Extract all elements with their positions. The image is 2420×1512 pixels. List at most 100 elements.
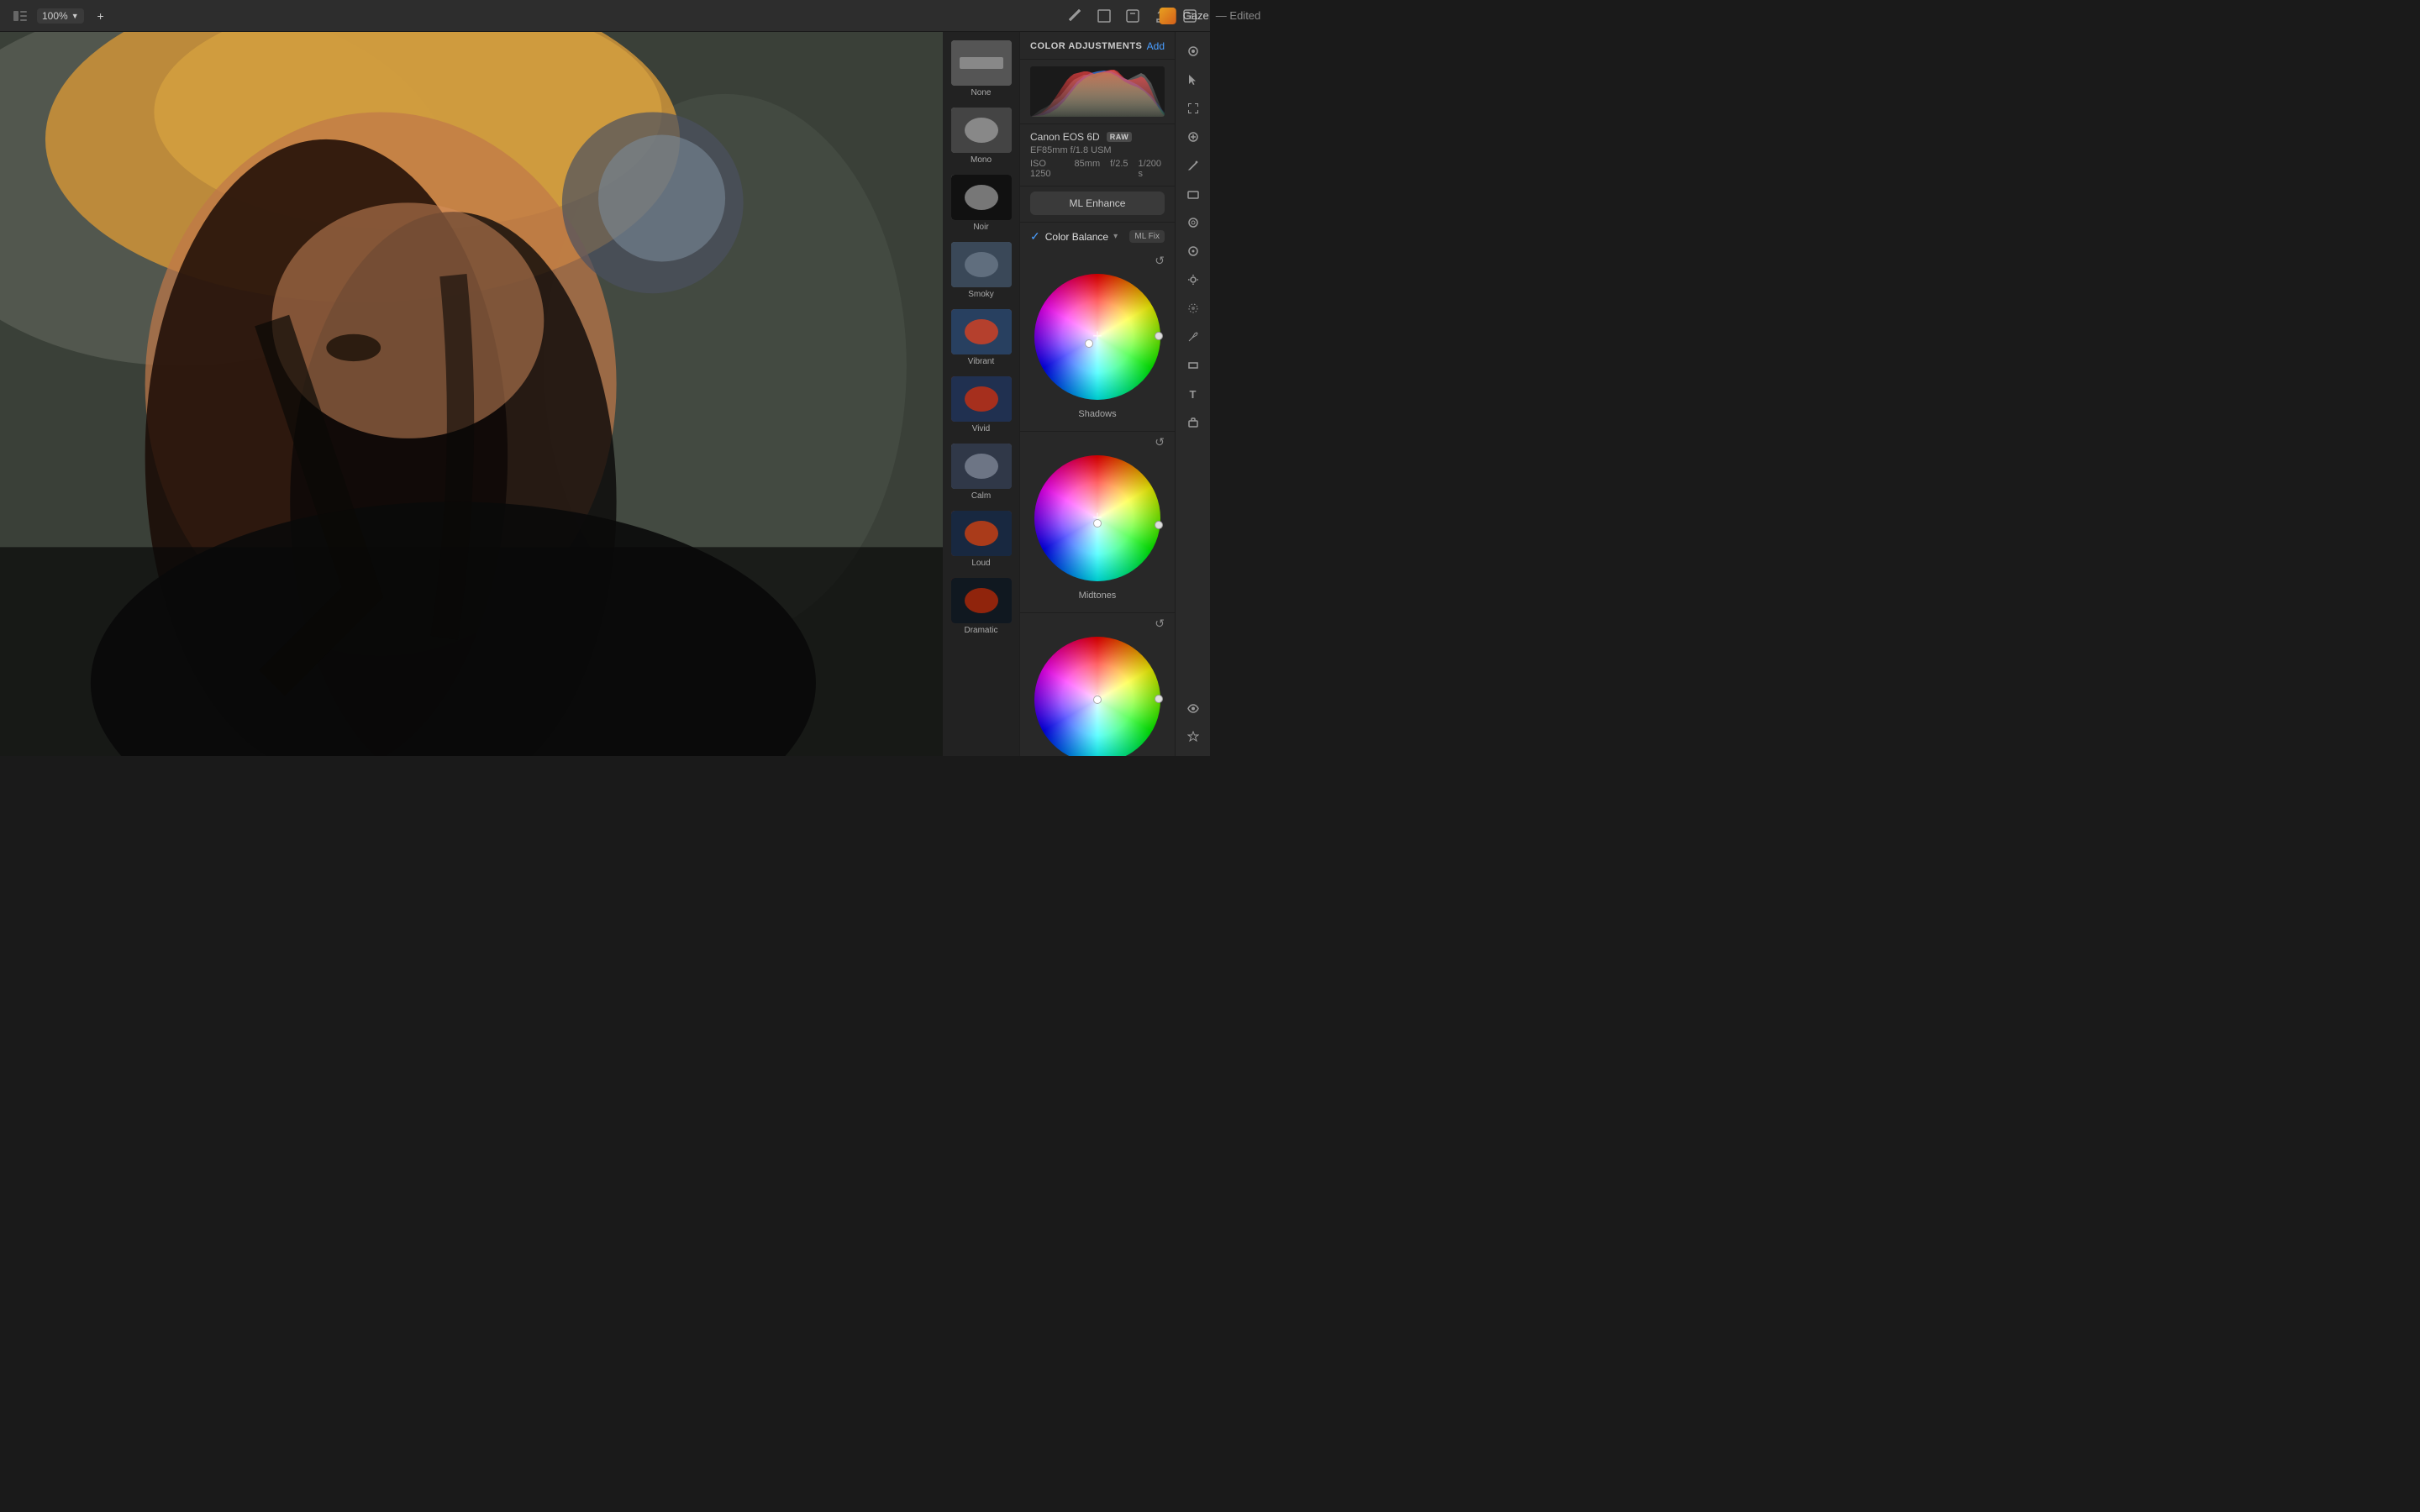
adjustments-panel: COLOR ADJUSTMENTS Add (1020, 32, 1175, 756)
zoom-control[interactable]: 100% ▼ (37, 8, 84, 24)
preset-thumb-noir (951, 175, 1012, 220)
preset-vivid[interactable]: Vivid (943, 371, 1019, 438)
section-title-row: ✓ Color Balance ▾ (1030, 229, 1118, 244)
vignette-tool-button[interactable] (1181, 239, 1206, 264)
preset-label-smoky: Smoky (968, 290, 994, 299)
preset-mono[interactable]: Mono (943, 102, 1019, 170)
sidebar-toggle-icon[interactable] (10, 6, 30, 26)
highlights-luminance-handle[interactable] (1155, 695, 1163, 703)
histogram-svg (1030, 66, 1165, 117)
spray-tool-button[interactable] (1181, 296, 1206, 321)
ml-enhance-button[interactable]: ML Enhance (1030, 192, 1165, 215)
preset-thumb-vivid (951, 376, 1012, 422)
exif-shutter: 1/200 s (1139, 159, 1165, 179)
app-icon (1160, 8, 1176, 24)
type-tool-label: T (1190, 388, 1197, 401)
preset-calm[interactable]: Calm (943, 438, 1019, 506)
preset-thumb-smoky (951, 242, 1012, 287)
annotate-icon[interactable] (1065, 6, 1086, 26)
midtones-wheel-dark (1034, 455, 1160, 581)
highlights-wheel-handle[interactable] (1093, 696, 1102, 704)
heal-tool-button[interactable] (1181, 124, 1206, 150)
midtones-label: Midtones (1079, 591, 1117, 601)
exif-aperture: f/2.5 (1110, 159, 1128, 179)
preset-vibrant[interactable]: Vibrant (943, 304, 1019, 371)
midtones-wheel-container: + Midtones (1020, 451, 1175, 601)
eye-tool-button[interactable] (1181, 696, 1206, 721)
right-panel: None Mono Noir Smoky (943, 32, 1210, 756)
preset-loud[interactable]: Loud (943, 506, 1019, 573)
section-actions: ML Fix (1129, 230, 1165, 243)
color-balance-check[interactable]: ✓ (1030, 229, 1040, 244)
selection-tool-button[interactable] (1181, 96, 1206, 121)
preset-label-vivid: Vivid (972, 424, 991, 433)
shadows-wheel-container: + Shadows (1020, 270, 1175, 419)
app-title: Gaze (1183, 9, 1209, 22)
camera-info: Canon EOS 6D RAW EF85mm f/1.8 USM ISO 12… (1020, 124, 1175, 186)
shadows-luminance-handle[interactable] (1155, 332, 1163, 340)
camera-model: Canon EOS 6D (1030, 131, 1100, 143)
rect-tool-button[interactable] (1181, 353, 1206, 378)
exif-row: ISO 1250 85mm f/2.5 1/200 s (1030, 159, 1165, 179)
star-tool-button[interactable] (1181, 724, 1206, 749)
lens-name: EF85mm f/1.8 USM (1030, 145, 1165, 155)
shape-tool-button[interactable] (1181, 410, 1206, 435)
exif-focal: 85mm (1075, 159, 1101, 179)
preset-thumb-mono (951, 108, 1012, 153)
color-balance-chevron[interactable]: ▾ (1113, 232, 1118, 241)
zoom-plus-button[interactable]: + (91, 6, 111, 26)
highlights-wheel-section: ↺ + Highlights (1020, 613, 1175, 756)
midtones-luminance-handle[interactable] (1155, 521, 1163, 529)
sun-tool-button[interactable] (1181, 267, 1206, 292)
ml-fix-badge[interactable]: ML Fix (1129, 230, 1165, 243)
photo-area (0, 32, 943, 756)
add-adjustment-button[interactable]: Add (1147, 40, 1165, 52)
preset-noir[interactable]: Noir (943, 170, 1019, 237)
shadows-label: Shadows (1078, 409, 1116, 419)
export-icon[interactable] (1123, 6, 1143, 26)
shadows-reset-icon[interactable]: ↺ (1155, 254, 1165, 268)
crop-icon[interactable] (1094, 6, 1114, 26)
preset-none[interactable]: None (943, 35, 1019, 102)
panel-header: COLOR ADJUSTMENTS Add (1020, 32, 1175, 60)
midtones-reset-icon[interactable]: ↺ (1155, 435, 1165, 449)
cursor-tool-button[interactable] (1181, 67, 1206, 92)
brush-tool-button[interactable] (1181, 153, 1206, 178)
exif-iso: ISO 1250 (1030, 159, 1065, 179)
preset-label-vibrant: Vibrant (968, 357, 995, 366)
shadows-wheel-handle[interactable] (1085, 339, 1093, 348)
retouch-tool-button[interactable] (1181, 210, 1206, 235)
panel-title: COLOR ADJUSTMENTS (1030, 41, 1142, 51)
ml-enhance-row: ML Enhance (1020, 186, 1175, 223)
section-header: ✓ Color Balance ▾ ML Fix (1030, 229, 1165, 244)
color-adj-panel: Canon EOS 6D RAW EF85mm f/1.8 USM ISO 12… (1020, 60, 1175, 756)
eyedropper-tool-button[interactable] (1181, 39, 1206, 64)
tool-sidebar: T (1175, 32, 1210, 756)
shadows-wheel[interactable]: + (1030, 270, 1165, 404)
photo-display (0, 32, 943, 756)
histogram-area (1020, 60, 1175, 124)
preset-dramatic[interactable]: Dramatic (943, 573, 1019, 640)
eraser-tool-button[interactable] (1181, 181, 1206, 207)
camera-model-row: Canon EOS 6D RAW (1030, 131, 1165, 143)
type-tool-button[interactable]: T (1181, 381, 1206, 407)
zoom-level: 100% (42, 10, 68, 22)
color-balance-header: ✓ Color Balance ▾ ML Fix (1020, 223, 1175, 254)
preset-thumb-calm (951, 444, 1012, 489)
preset-smoky[interactable]: Smoky (943, 237, 1019, 304)
midtones-wheel[interactable]: + (1030, 451, 1165, 585)
highlights-reset-row: ↺ (1020, 613, 1175, 633)
pen-tool-button[interactable] (1181, 324, 1206, 349)
shadows-reset-row: ↺ (1020, 254, 1175, 270)
highlights-reset-icon[interactable]: ↺ (1155, 617, 1165, 631)
highlights-wheel[interactable]: + (1030, 633, 1165, 756)
preset-thumb-none (951, 40, 1012, 86)
edit-status: — Edited (1216, 9, 1260, 22)
titlebar: 100% ▼ + Gaze — Edited (0, 0, 1210, 32)
presets-column: None Mono Noir Smoky (943, 32, 1020, 756)
color-balance-title: Color Balance (1045, 231, 1108, 243)
preset-thumb-dramatic (951, 578, 1012, 623)
midtones-wheel-handle[interactable] (1093, 519, 1102, 528)
titlebar-center: Gaze — Edited (1160, 8, 1261, 24)
titlebar-left: 100% ▼ + (10, 6, 111, 26)
